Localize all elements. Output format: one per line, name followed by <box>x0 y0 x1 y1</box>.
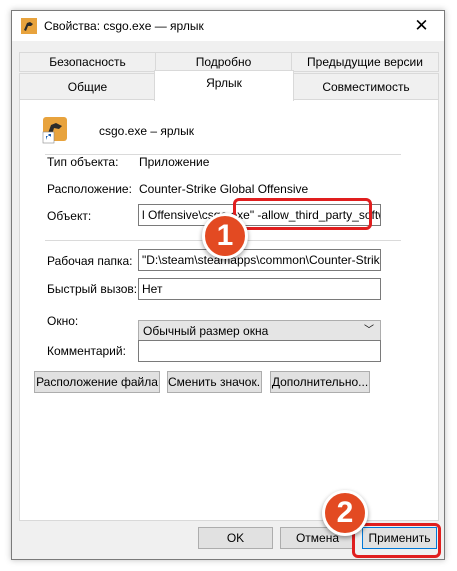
workdir-label: Рабочая папка: <box>47 254 133 268</box>
target-label: Объект: <box>47 209 92 223</box>
tab-strip: Безопасность Подробно Предыдущие версии … <box>19 52 439 101</box>
hotkey-input[interactable]: Нет <box>138 278 381 300</box>
window-mode-label: Окно: <box>47 314 79 328</box>
comment-input[interactable] <box>138 340 381 362</box>
csgo-icon <box>42 117 67 144</box>
ok-button[interactable]: OK <box>198 527 273 549</box>
change-icon-button[interactable]: Сменить значок... <box>167 371 262 393</box>
tab-shortcut[interactable]: Ярлык <box>154 70 294 101</box>
step-2-badge: 2 <box>322 490 368 536</box>
hotkey-label: Быстрый вызов: <box>47 282 138 296</box>
workdir-input[interactable]: "D:\steam\steamapps\common\Counter-Strik… <box>138 249 381 271</box>
comment-label: Комментарий: <box>47 344 126 358</box>
app-icon <box>21 18 37 34</box>
type-label: Тип объекта: <box>47 155 119 169</box>
tab-general[interactable]: Общие <box>19 73 156 100</box>
open-file-location-button[interactable]: Расположение файла <box>34 371 160 393</box>
apply-highlight-outline <box>352 523 441 558</box>
window-mode-value: Обычный размер окна <box>143 324 269 338</box>
tab-previous-versions[interactable]: Предыдущие версии <box>291 52 439 72</box>
location-value: Counter-Strike Global Offensive <box>139 182 309 196</box>
location-label: Расположение: <box>47 182 132 196</box>
window-mode-select[interactable]: Обычный размер окна ﹀ <box>138 320 381 342</box>
tab-security[interactable]: Безопасность <box>19 52 156 72</box>
window-title: Свойства: csgo.exe — ярлык <box>44 19 204 33</box>
advanced-button[interactable]: Дополнительно... <box>270 371 370 393</box>
tab-compatibility[interactable]: Совместимость <box>293 73 439 100</box>
chevron-down-icon: ﹀ <box>364 325 374 336</box>
shortcut-name: csgo.exe – ярлык <box>99 124 195 138</box>
step-1-badge: 1 <box>202 213 248 259</box>
close-button[interactable]: ✕ <box>399 11 444 41</box>
type-value: Приложение <box>139 155 210 169</box>
target-highlight-outline <box>233 198 372 230</box>
close-icon: ✕ <box>414 16 429 35</box>
title-bar: Свойства: csgo.exe — ярлык ✕ <box>12 11 444 41</box>
properties-window: Свойства: csgo.exe — ярлык ✕ Безопасност… <box>11 10 445 560</box>
tab-details[interactable]: Подробно <box>155 52 292 72</box>
